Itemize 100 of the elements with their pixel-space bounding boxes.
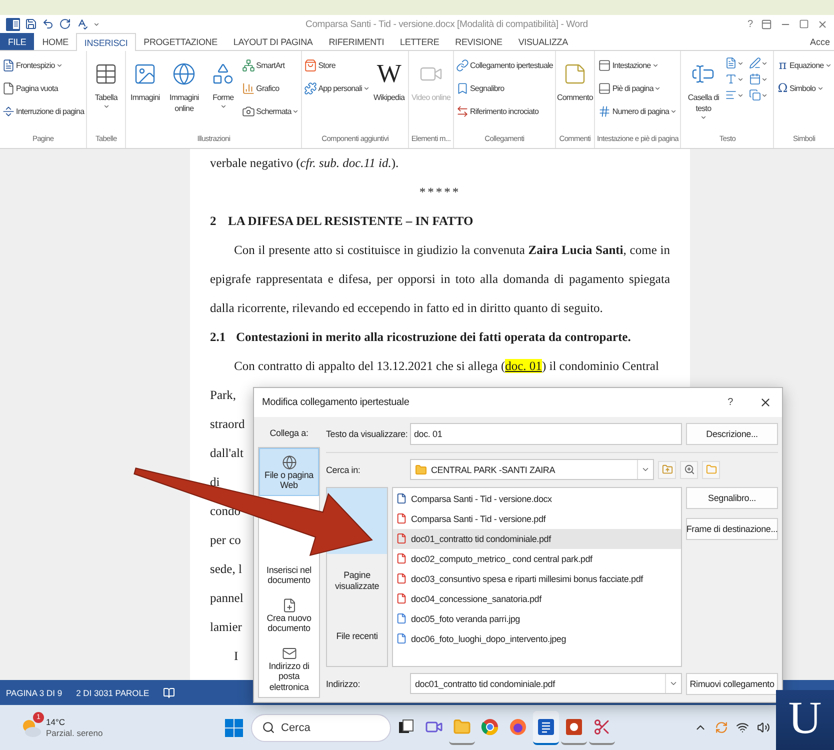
task-view-icon[interactable]	[398, 718, 414, 734]
ribbon-button[interactable]: Tabella	[89, 53, 124, 110]
ribbon-button[interactable]: Collegamento ipertestuale	[456, 55, 553, 75]
file-list-item[interactable]: Comparsa Santi - Tid - versione.docx	[393, 488, 681, 508]
ribbon-button[interactable]: Schermata	[242, 101, 300, 121]
ribbon-button[interactable]: Pagina vuota	[2, 78, 84, 98]
look-in-dropdown[interactable]: CENTRAL PARK -SANTI ZAIRA	[410, 459, 654, 480]
ribbon-button[interactable]: Frontespizio	[2, 55, 84, 75]
ribbon-tab[interactable]: FILE	[0, 33, 34, 50]
ribbon-button[interactable]: Intestazione	[598, 55, 678, 75]
scissors-icon[interactable]	[593, 718, 611, 736]
ribbon-button[interactable]: Riferimento incrociato	[456, 101, 553, 121]
save-icon[interactable]	[25, 18, 37, 30]
file-list-item[interactable]: doc06_foto_luoghi_dopo_intervento.jpeg	[393, 628, 681, 648]
ribbon-button[interactable]: Immagini online	[164, 53, 204, 114]
link-target-option[interactable]: File o pagina Web	[259, 448, 319, 496]
ribbon-button[interactable]: Ω Simbolo	[776, 78, 832, 98]
file-list-item[interactable]: doc05_foto veranda parri.jpg	[393, 608, 681, 628]
footer-icon	[598, 82, 612, 94]
cross-reference-icon	[456, 104, 469, 118]
file-list-item[interactable]: doc02_computo_metrico_ cond central park.pdf	[393, 548, 681, 568]
link-target-option[interactable]: Inserisci nel documento	[259, 558, 319, 590]
ribbon-button[interactable]: Store	[304, 55, 370, 75]
word-app-icon[interactable]	[537, 718, 555, 736]
file-list-item[interactable]: doc01_contratto tid condominiale.pdf	[393, 528, 681, 548]
link-target-option[interactable]: Indirizzo di posta elettronica	[259, 638, 319, 697]
volume-icon[interactable]	[757, 721, 770, 734]
undo-icon[interactable]	[42, 18, 54, 30]
pen-icon[interactable]	[749, 57, 762, 69]
file-list-item[interactable]: doc03_consuntivo spesa e riparti millesimi bonus facciate.pdf	[393, 568, 681, 588]
caret-icon	[220, 103, 227, 110]
slides-app-icon[interactable]	[565, 718, 583, 736]
bookmark-button[interactable]: Segnalibro...	[686, 486, 778, 508]
file-list-item[interactable]: Comparsa Santi - Tid - versione.pdf	[393, 508, 681, 528]
ribbon-button[interactable]: Segnalibro	[456, 78, 553, 98]
hyperlink[interactable]: doc. 01	[505, 359, 542, 373]
shapes-icon	[211, 62, 236, 86]
browse-section-tab[interactable]: File recenti	[327, 608, 387, 664]
section-heading: 2 LA DIFESA DEL RESISTENTE – IN FATTO	[210, 213, 474, 230]
ribbon-tab[interactable]: INSERISCI	[76, 33, 136, 51]
display-text-field[interactable]: doc. 01	[410, 422, 682, 444]
browser-circle-icon[interactable]	[481, 718, 499, 736]
document-text: Park,	[210, 387, 236, 404]
letter-icon[interactable]	[725, 73, 738, 85]
taskbar-app-button[interactable]	[533, 710, 559, 744]
address-field[interactable]: doc01_contratto tid condominiale.pdf	[410, 673, 682, 694]
ribbon-button[interactable]: Interruzione di pagina	[2, 101, 84, 121]
ribbon-button[interactable]: Grafico	[242, 78, 300, 98]
help-button[interactable]: ?	[728, 396, 733, 408]
ribbon-button[interactable]: Numero di pagina	[598, 101, 678, 121]
document-paragraph: Con il presente atto si costituisce in giudizio la convenuta Zaira Lucia Santi, come in epigrafe rappresentata e difesa, per opporsi in toto alla domanda di pagamento spiegata dalla ricorrente, rilevando ed eccependo in fatto ed in diritto quanto di seguito.	[210, 242, 670, 317]
ribbon-button[interactable]: Forme	[206, 53, 240, 110]
caret-icon	[292, 108, 300, 114]
browser-fox-icon[interactable]	[509, 718, 527, 736]
web-search-button[interactable]	[680, 460, 698, 478]
new-document-icon	[282, 598, 296, 612]
image-file-icon	[396, 613, 407, 624]
document-text: straord	[210, 416, 245, 433]
address-label: Indirizzo:	[326, 678, 362, 688]
file-list-item[interactable]: doc04_concessione_sanatoria.pdf	[393, 588, 681, 608]
caret-icon	[737, 60, 744, 66]
remove-link-button[interactable]: Rimuovi collegamento	[686, 672, 778, 694]
ribbon-button[interactable]: W Wikipedia	[372, 53, 406, 103]
folder-up-button[interactable]	[658, 460, 676, 478]
page-break-icon	[2, 104, 15, 118]
caret-icon	[102, 103, 110, 110]
maximize-icon[interactable]	[799, 19, 809, 29]
redo-icon[interactable]	[59, 18, 71, 30]
start-icon[interactable]	[225, 718, 243, 736]
pdf-file-icon	[396, 533, 407, 544]
document-icon[interactable]	[725, 57, 738, 69]
ribbon-button[interactable]: π Equazione	[776, 55, 832, 75]
spell-check-icon[interactable]	[76, 18, 88, 30]
target-frame-button[interactable]: Frame di destinazione...	[686, 518, 778, 540]
text-lines-icon[interactable]	[725, 89, 738, 101]
account-name[interactable]: Acce	[810, 36, 830, 46]
ribbon-button[interactable]: Commento	[558, 53, 592, 103]
ribbon-button[interactable]: Piè di pagina	[598, 78, 678, 98]
ribbon-button[interactable]: Immagini	[128, 53, 162, 103]
search-icon	[262, 721, 275, 734]
help-button[interactable]: ?	[747, 18, 753, 30]
page-number-icon	[598, 104, 612, 118]
document-text: lamier	[210, 619, 242, 636]
browse-section-tab[interactable]: Pagine visualizzate	[327, 554, 387, 608]
sync-icon[interactable]	[715, 721, 728, 734]
calendar-icon[interactable]	[749, 73, 762, 85]
ribbon-button[interactable]: Casella di testo	[683, 53, 724, 121]
caret-icon	[737, 92, 744, 98]
ribbon-display-icon[interactable]	[761, 18, 772, 30]
table-icon	[94, 62, 118, 86]
description-button[interactable]: Descrizione...	[686, 422, 778, 444]
link-target-option[interactable]: Crea nuovo documento	[259, 590, 319, 638]
close-icon[interactable]	[759, 396, 772, 409]
picture-globe-icon	[172, 62, 196, 86]
ribbon-button[interactable]: App personali	[304, 78, 370, 98]
proofing-book-icon[interactable]	[163, 686, 176, 698]
copy-icon[interactable]	[749, 89, 762, 101]
word-logo-icon[interactable]	[6, 18, 20, 30]
ribbon-button[interactable]: SmartArt	[242, 55, 300, 75]
search-field[interactable]: Cerca	[251, 714, 391, 742]
